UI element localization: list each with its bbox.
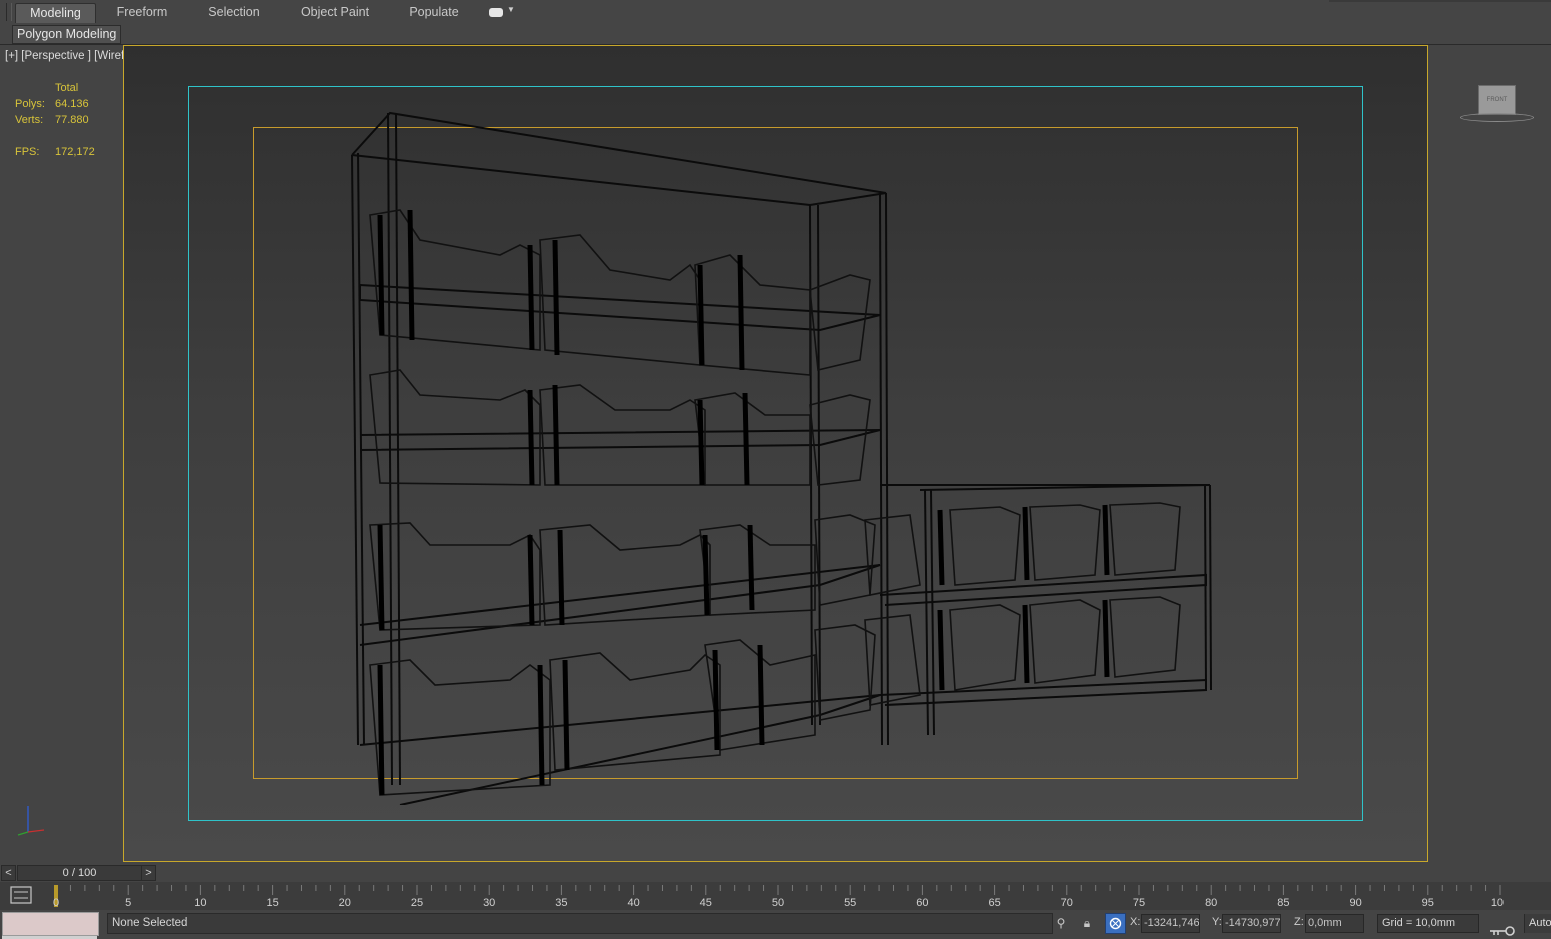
maxscript-listener[interactable]: [2, 912, 99, 936]
chevron-down-icon[interactable]: ▼: [507, 5, 515, 14]
axis-tripod-icon: [17, 806, 45, 836]
x-coord-field[interactable]: -13241,746: [1141, 914, 1200, 933]
polygon-modeling-panel-button[interactable]: Polygon Modeling: [12, 25, 122, 44]
fps-label: FPS:: [15, 146, 40, 158]
ruler-label: 70: [1061, 897, 1073, 909]
ruler-label: 85: [1277, 897, 1289, 909]
wireframe-shelving-model[interactable]: [340, 105, 1230, 805]
curve-editor-icon[interactable]: [10, 886, 32, 904]
tab-object-paint[interactable]: Object Paint: [290, 3, 380, 22]
ruler-label: 45: [700, 897, 712, 909]
ribbon-grip[interactable]: [6, 3, 12, 21]
ribbon-tab-bar: Modeling Freeform Selection Object Paint…: [0, 0, 1551, 25]
tab-modeling[interactable]: Modeling: [15, 3, 96, 23]
ruler-label: 65: [988, 897, 1000, 909]
ruler-label: 0: [53, 897, 59, 909]
tab-populate[interactable]: Populate: [398, 3, 470, 22]
ruler-label: 40: [627, 897, 639, 909]
ruler-label: 100: [1491, 897, 1504, 909]
ruler-label: 15: [266, 897, 278, 909]
ribbon-divider: [1329, 0, 1551, 2]
viewport-area[interactable]: [+] [Perspective ] [Wireframe ] Total Po…: [0, 45, 1551, 862]
ruler-label: 30: [483, 897, 495, 909]
time-next-button[interactable]: >: [141, 865, 156, 881]
fps-value: 172,172: [55, 146, 95, 158]
time-slider-thumb[interactable]: 0 / 100: [17, 865, 142, 881]
ruler-label: 35: [555, 897, 567, 909]
time-prev-button[interactable]: <: [1, 865, 16, 881]
ruler-label: 60: [916, 897, 928, 909]
status-bar: None Selected ⚲ 🔒︎ X: -13241,746 Y: -147…: [0, 910, 1551, 939]
tab-selection[interactable]: Selection: [196, 3, 272, 22]
ruler-label: 95: [1422, 897, 1434, 909]
ribbon-options-icon[interactable]: [489, 8, 503, 17]
y-coord-field[interactable]: -14730,977: [1222, 914, 1281, 933]
z-coord-label: Z:: [1294, 916, 1304, 928]
stats-header: Total: [55, 82, 79, 94]
viewcube-compass-ring[interactable]: [1460, 113, 1534, 122]
ruler-label: 10: [194, 897, 206, 909]
lock-icon[interactable]: 🔒︎: [1080, 915, 1094, 931]
ruler-label: 55: [844, 897, 856, 909]
ribbon-panel: Polygon Modeling: [0, 24, 1551, 45]
auto-key-button[interactable]: Auto: [1524, 914, 1551, 933]
y-coord-label: Y:: [1212, 916, 1222, 928]
trackbar[interactable]: 0 5 10 15 20 25 30 35 40 45 50 55 60 65 70 75 80 85 90 95 10…: [0, 882, 1551, 910]
ruler-label: 50: [772, 897, 784, 909]
grid-spacing: Grid = 10,0mm: [1377, 914, 1479, 933]
ruler-label: 90: [1349, 897, 1361, 909]
viewcube-front-face[interactable]: FRONT: [1478, 85, 1516, 115]
ruler-label: 20: [339, 897, 351, 909]
selection-status: None Selected: [107, 913, 1053, 934]
viewcube-icon[interactable]: FRONT: [1458, 81, 1538, 125]
x-coord-label: X:: [1130, 916, 1141, 928]
tab-freeform[interactable]: Freeform: [104, 3, 180, 22]
polys-label: Polys:: [15, 98, 45, 110]
key-icon[interactable]: [1488, 923, 1516, 937]
ruler-label: 75: [1133, 897, 1145, 909]
absolute-mode-transform-icon[interactable]: [1105, 913, 1126, 934]
ruler-label: 5: [125, 897, 131, 909]
verts-label: Verts:: [15, 114, 44, 126]
verts-value: 77.880: [55, 114, 89, 126]
isolate-selection-icon[interactable]: ⚲: [1054, 915, 1068, 931]
ruler-label: 80: [1205, 897, 1217, 909]
frame-ruler[interactable]: 0 5 10 15 20 25 30 35 40 45 50 55 60 65 70 75 80 85 90 95 10…: [52, 882, 1504, 910]
ruler-label: 25: [411, 897, 423, 909]
time-slider[interactable]: < 0 / 100 >: [0, 863, 1551, 882]
z-coord-field[interactable]: 0,0mm: [1305, 914, 1364, 933]
polys-value: 64.136: [55, 98, 89, 110]
